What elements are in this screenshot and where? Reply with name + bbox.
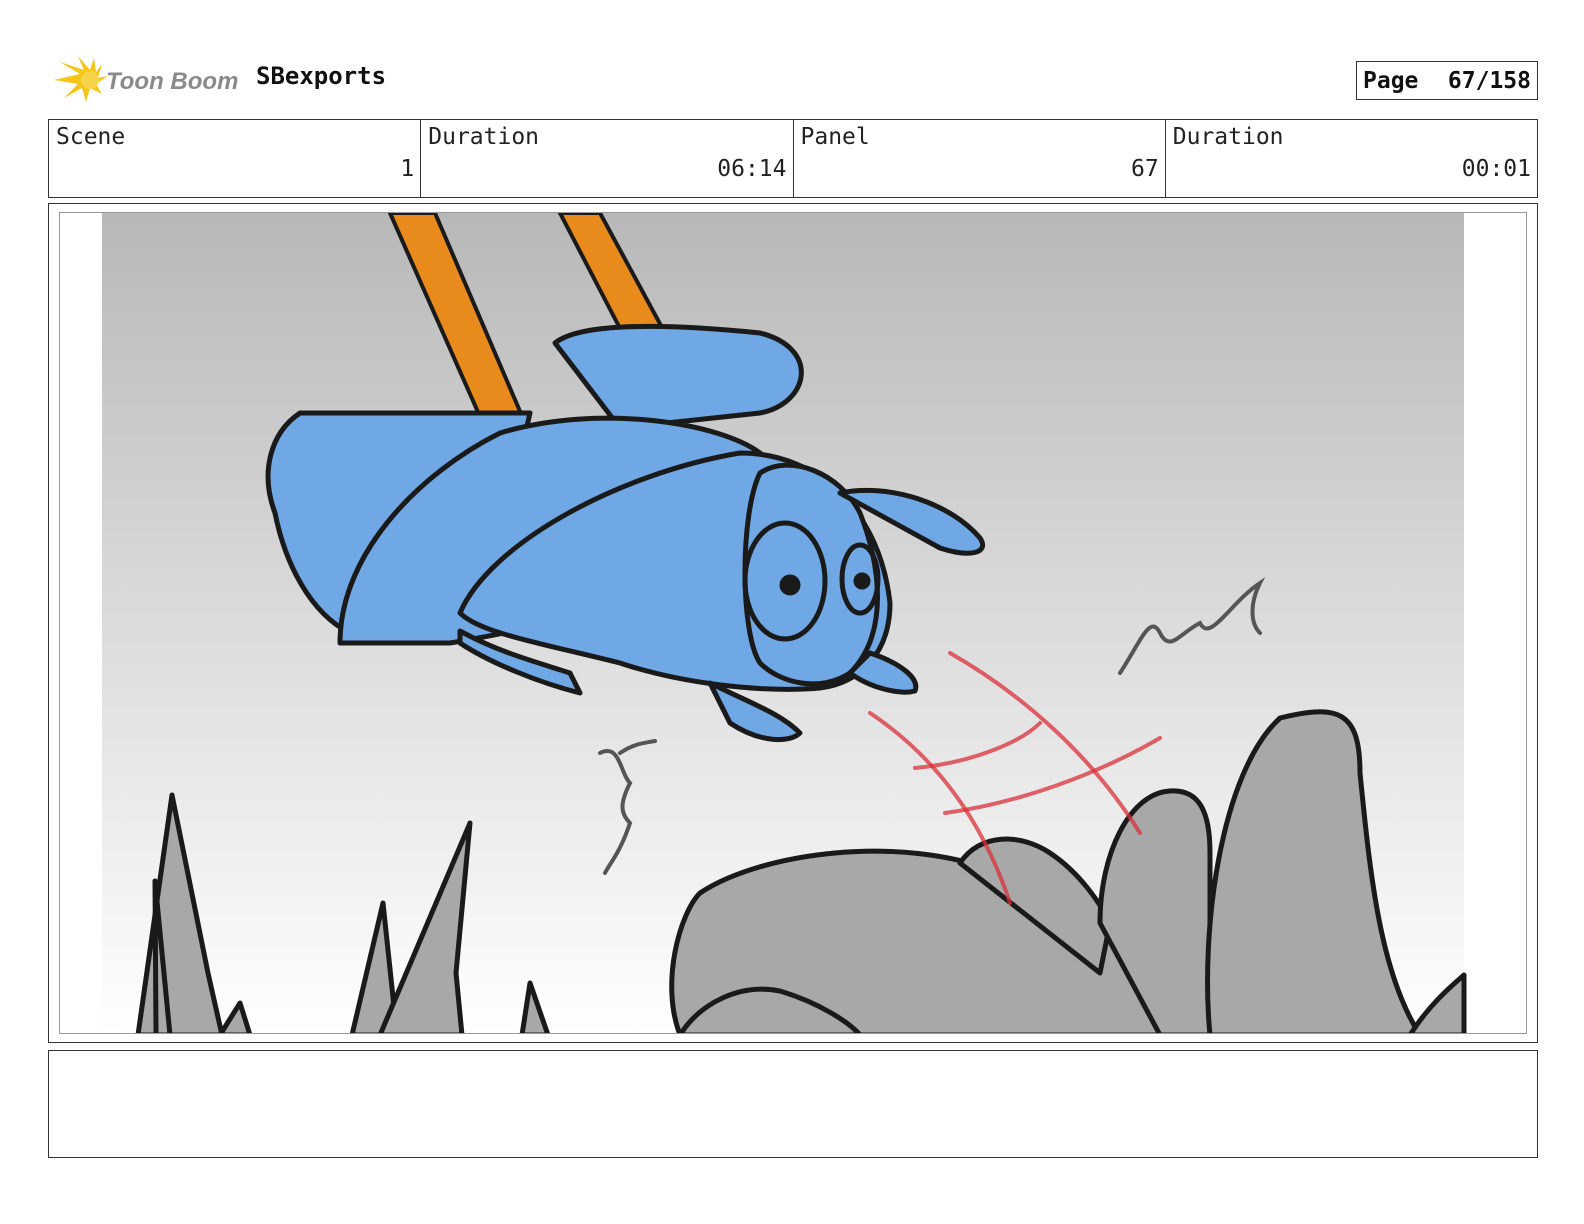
panel-duration-label: Duration [1172,124,1284,150]
notes-box [48,1050,1538,1158]
scene-duration-label: Duration [428,124,540,150]
panel-cell: Panel 67 [792,120,1165,197]
panel-duration-cell: Duration 00:01 [1164,120,1537,197]
panel-image [59,212,1527,1034]
scene-label: Scene [56,124,126,150]
sun-burst-icon [54,56,108,102]
scene-cell: Scene 1 [49,120,420,197]
page-label: Page [1363,67,1419,94]
scene-duration-value: 06:14 [717,156,787,182]
scene-info-table: Scene 1 Duration 06:14 Panel 67 Duration… [48,119,1538,198]
scene-duration-cell: Duration 06:14 [420,120,792,197]
project-name: SBexports [256,62,387,90]
scene-value: 1 [400,156,415,182]
panel-value: 67 [1131,156,1159,182]
page-indicator: Page 67/158 [1356,61,1538,100]
storyboard-drawing [102,213,1467,1033]
panel-frame [48,203,1538,1043]
panel-duration-value: 00:01 [1461,156,1531,182]
page-number: 67/158 [1447,67,1531,94]
logo-text: Toon Boom [106,68,238,95]
panel-label: Panel [800,124,870,150]
toon-boom-logo: Toon Boom [54,56,238,102]
